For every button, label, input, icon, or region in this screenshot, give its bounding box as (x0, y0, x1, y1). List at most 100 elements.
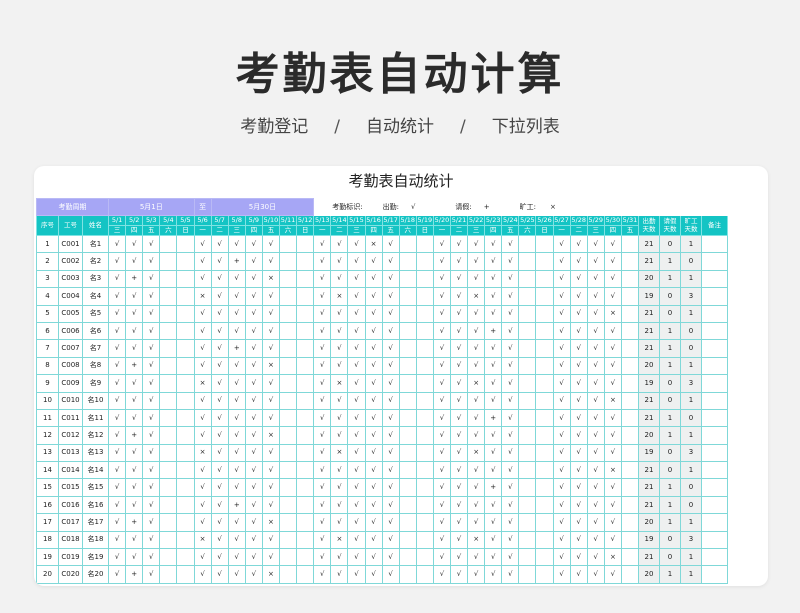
attendance-cell[interactable] (296, 269, 315, 289)
attendance-cell[interactable]: √ (108, 391, 127, 410)
attendance-cell[interactable]: √ (125, 408, 144, 428)
attendance-cell[interactable]: √ (569, 530, 588, 550)
attendance-cell[interactable]: √ (501, 443, 520, 463)
attendance-cell[interactable]: √ (347, 513, 366, 532)
attendance-cell[interactable]: √ (347, 530, 366, 550)
attendance-cell[interactable]: × (193, 443, 212, 463)
attendance-cell[interactable]: √ (193, 339, 212, 358)
attendance-cell[interactable]: √ (347, 391, 366, 410)
attendance-cell[interactable]: √ (364, 304, 383, 323)
attendance-cell[interactable]: √ (364, 443, 383, 463)
attendance-cell[interactable]: √ (313, 321, 332, 341)
attendance-cell[interactable]: √ (501, 234, 520, 254)
attendance-cell[interactable]: √ (484, 374, 503, 393)
attendance-cell[interactable]: √ (142, 408, 161, 428)
attendance-cell[interactable]: √ (449, 234, 469, 254)
attendance-cell[interactable]: √ (569, 513, 588, 532)
attendance-cell[interactable]: √ (432, 234, 451, 254)
attendance-cell[interactable]: √ (501, 478, 520, 497)
attendance-cell[interactable]: √ (330, 269, 349, 289)
cell-id[interactable]: C013 (58, 443, 83, 463)
attendance-cell[interactable]: √ (603, 565, 622, 584)
attendance-cell[interactable]: √ (432, 513, 451, 532)
attendance-cell[interactable] (176, 495, 195, 515)
attendance-cell[interactable] (535, 443, 554, 463)
attendance-cell[interactable]: √ (108, 339, 127, 358)
attendance-cell[interactable]: √ (244, 408, 263, 428)
attendance-cell[interactable]: √ (364, 356, 383, 376)
cell-name[interactable]: 名11 (81, 408, 110, 428)
attendance-cell[interactable]: √ (330, 426, 349, 445)
attendance-cell[interactable]: √ (210, 495, 229, 515)
attendance-cell[interactable]: √ (381, 287, 400, 306)
attendance-cell[interactable]: √ (569, 495, 588, 515)
attendance-cell[interactable]: √ (501, 374, 520, 393)
attendance-cell[interactable] (518, 478, 537, 497)
attendance-cell[interactable]: × (603, 391, 622, 410)
attendance-cell[interactable]: √ (227, 356, 246, 376)
attendance-cell[interactable]: × (364, 234, 383, 254)
attendance-cell[interactable]: √ (142, 495, 161, 515)
attendance-cell[interactable]: √ (330, 461, 349, 480)
attendance-cell[interactable] (415, 461, 434, 480)
attendance-cell[interactable]: √ (125, 478, 144, 497)
attendance-cell[interactable]: √ (142, 530, 161, 550)
attendance-cell[interactable]: √ (364, 321, 383, 341)
attendance-cell[interactable] (415, 548, 434, 567)
attendance-cell[interactable]: √ (108, 287, 127, 306)
attendance-cell[interactable]: √ (449, 304, 469, 323)
attendance-cell[interactable]: √ (552, 548, 571, 567)
attendance-cell[interactable] (620, 565, 640, 584)
attendance-cell[interactable] (518, 443, 537, 463)
attendance-cell[interactable]: √ (586, 461, 605, 480)
cell-remark[interactable] (701, 461, 729, 480)
attendance-cell[interactable] (398, 548, 417, 567)
attendance-cell[interactable] (278, 408, 298, 428)
cell-id[interactable]: C003 (58, 269, 83, 289)
attendance-cell[interactable]: √ (210, 252, 229, 271)
attendance-cell[interactable] (278, 356, 298, 376)
cell-id[interactable]: C020 (58, 565, 83, 584)
attendance-cell[interactable] (398, 321, 417, 341)
attendance-cell[interactable] (535, 304, 554, 323)
attendance-cell[interactable]: √ (586, 339, 605, 358)
attendance-cell[interactable] (159, 321, 178, 341)
attendance-cell[interactable] (176, 269, 195, 289)
attendance-cell[interactable]: √ (467, 339, 486, 358)
attendance-cell[interactable]: √ (193, 426, 212, 445)
attendance-cell[interactable] (176, 513, 195, 532)
attendance-cell[interactable] (518, 339, 537, 358)
attendance-cell[interactable]: √ (227, 443, 246, 463)
cell-remark[interactable] (701, 530, 729, 550)
attendance-cell[interactable] (398, 391, 417, 410)
attendance-cell[interactable]: √ (210, 391, 229, 410)
attendance-cell[interactable]: √ (484, 426, 503, 445)
attendance-cell[interactable] (159, 478, 178, 497)
attendance-cell[interactable]: √ (210, 565, 229, 584)
cell-id[interactable]: C016 (58, 495, 83, 515)
attendance-cell[interactable] (415, 391, 434, 410)
attendance-cell[interactable]: √ (210, 234, 229, 254)
attendance-cell[interactable] (535, 252, 554, 271)
attendance-cell[interactable] (415, 374, 434, 393)
attendance-cell[interactable] (278, 478, 298, 497)
attendance-cell[interactable] (278, 565, 298, 584)
attendance-cell[interactable]: √ (381, 234, 400, 254)
attendance-cell[interactable]: √ (313, 391, 332, 410)
attendance-cell[interactable]: √ (449, 513, 469, 532)
attendance-cell[interactable]: √ (364, 495, 383, 515)
attendance-cell[interactable]: √ (244, 443, 263, 463)
cell-name[interactable]: 名16 (81, 495, 110, 515)
attendance-cell[interactable]: √ (432, 408, 451, 428)
attendance-cell[interactable]: √ (552, 321, 571, 341)
attendance-cell[interactable] (296, 252, 315, 271)
attendance-cell[interactable] (296, 391, 315, 410)
attendance-cell[interactable] (176, 530, 195, 550)
attendance-cell[interactable] (176, 252, 195, 271)
attendance-cell[interactable]: √ (501, 408, 520, 428)
attendance-cell[interactable] (176, 287, 195, 306)
attendance-cell[interactable]: √ (210, 339, 229, 358)
attendance-cell[interactable]: √ (484, 565, 503, 584)
attendance-cell[interactable] (296, 426, 315, 445)
attendance-cell[interactable]: √ (586, 408, 605, 428)
